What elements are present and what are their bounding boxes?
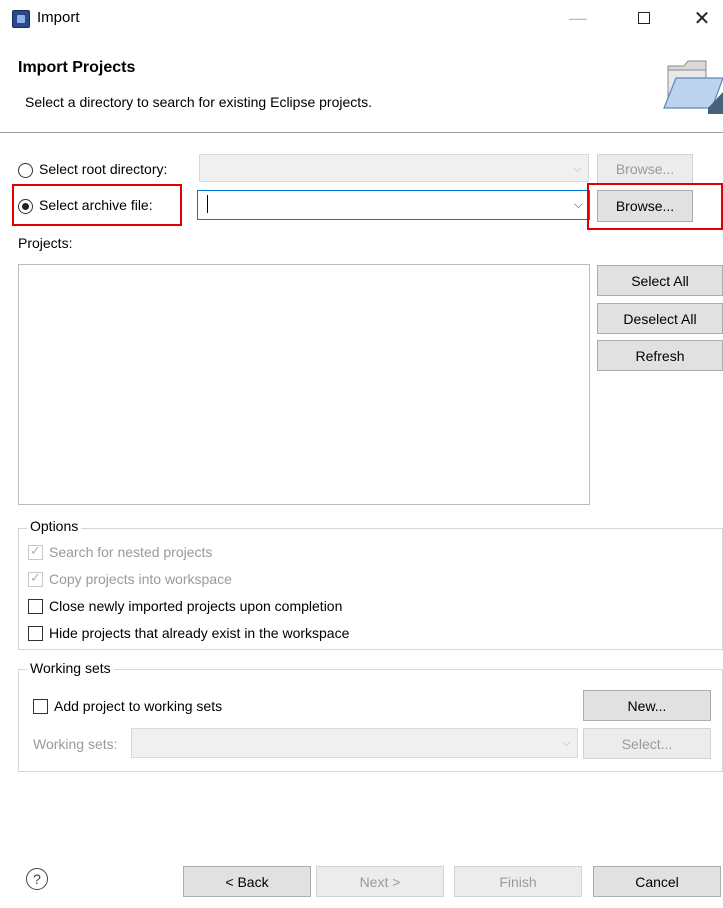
chevron-down-icon: ⌵ [561,735,571,749]
folder-icon [663,60,723,114]
add-to-working-sets-label: Add project to working sets [54,698,223,714]
text-cursor [207,195,208,213]
nested-projects-label: Search for nested projects [49,544,213,560]
working-sets-combo[interactable]: ⌵ [131,728,578,758]
options-legend: Options [27,518,82,534]
hide-existing-label: Hide projects that already exist in the … [49,625,350,641]
cancel-button[interactable]: Cancel [593,866,721,897]
refresh-button[interactable]: Refresh [597,340,723,371]
working-sets-legend: Working sets [27,660,114,676]
eclipse-app-icon [12,10,30,28]
projects-list[interactable] [18,264,590,505]
add-to-working-sets-checkbox[interactable] [33,699,48,714]
working-sets-label: Working sets: [33,736,118,752]
select-all-button[interactable]: Select All [597,265,723,296]
minimize-button[interactable]: — [558,4,598,32]
maximize-icon [638,12,650,24]
root-directory-label: Select root directory: [39,161,168,177]
root-browse-button[interactable]: Browse... [597,154,693,184]
back-button[interactable]: < Back [183,866,311,897]
wizard-header [0,36,723,133]
next-button[interactable]: Next > [316,866,444,897]
chevron-down-icon: ⌵ [573,197,583,211]
chevron-down-icon: ⌵ [572,161,582,175]
title-bar [0,0,723,36]
close-imported-checkbox[interactable] [28,599,43,614]
deselect-all-button[interactable]: Deselect All [597,303,723,334]
copy-projects-label: Copy projects into workspace [49,571,232,587]
projects-label: Projects: [18,235,73,251]
new-working-set-button[interactable]: New... [583,690,711,721]
maximize-button[interactable] [624,4,664,32]
help-icon[interactable]: ? [26,868,48,890]
archive-file-combo[interactable]: ⌵ [197,190,590,220]
highlight-browse-button [587,183,723,230]
hide-existing-checkbox[interactable] [28,626,43,641]
close-imported-label: Close newly imported projects upon compl… [49,598,343,614]
window-title: Import [37,9,80,26]
select-working-sets-button[interactable]: Select... [583,728,711,759]
root-directory-combo[interactable]: ⌵ [199,154,589,182]
copy-projects-checkbox[interactable] [28,570,43,587]
nested-projects-checkbox[interactable] [28,543,43,560]
highlight-archive-option [12,184,182,226]
root-directory-radio[interactable] [18,163,33,178]
page-description: Select a directory to search for existin… [25,94,373,110]
close-button[interactable]: ✕ [682,4,722,32]
finish-button[interactable]: Finish [454,866,582,897]
page-title: Import Projects [18,59,136,76]
